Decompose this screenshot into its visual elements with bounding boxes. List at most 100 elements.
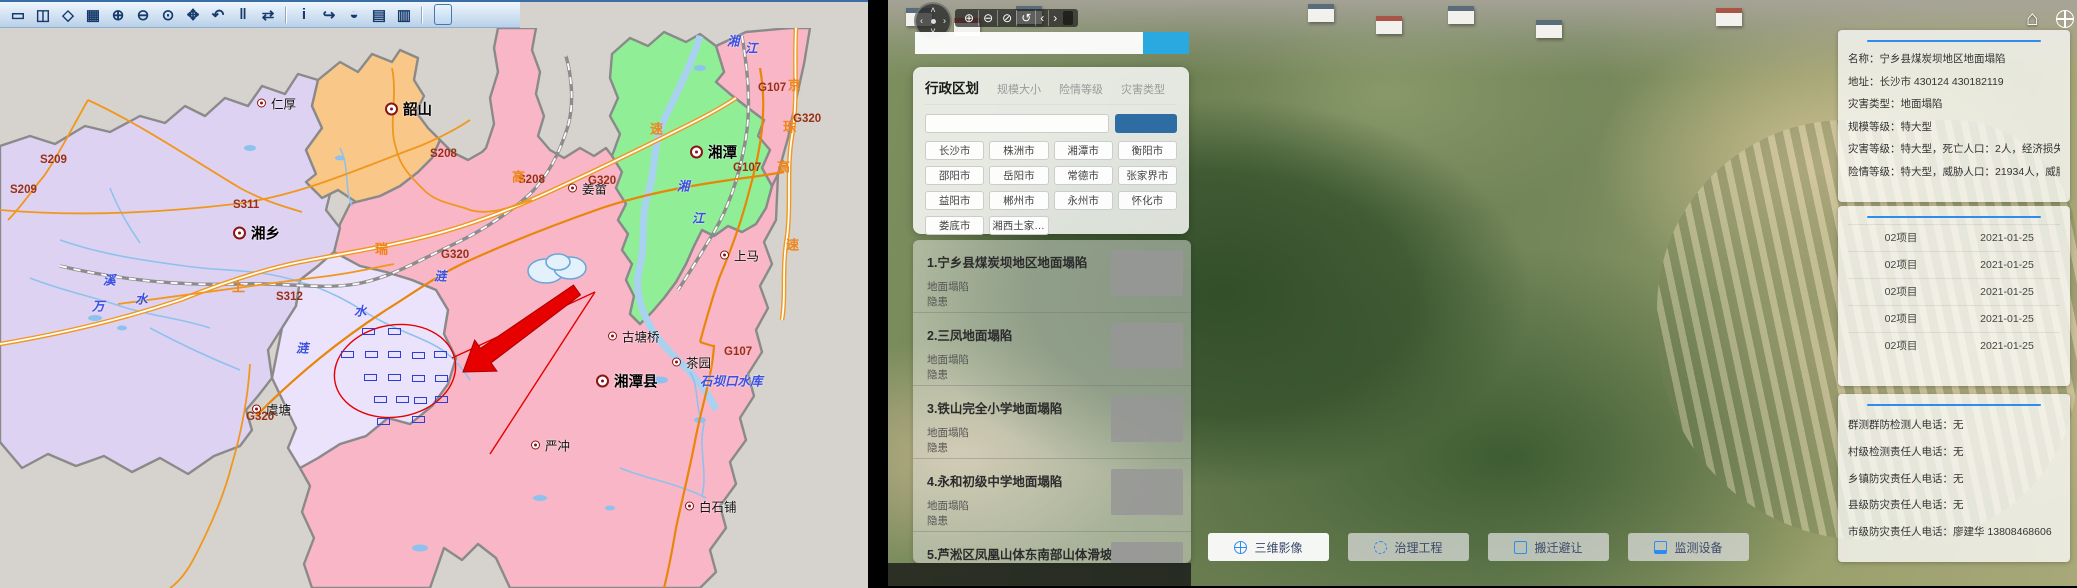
pan-up-icon[interactable]: ˄ xyxy=(930,6,935,15)
map-2d-window: ▭ ◫ ◇ ▦ ⊕ ⊖ ⊙ ✥ ↶ ‖ ⇄ i ↪ ◒ ▤ xyxy=(0,0,868,586)
next-view-button[interactable]: › xyxy=(1049,10,1061,26)
identify-button[interactable]: i xyxy=(292,4,316,26)
reset-view-button[interactable]: ↺ xyxy=(1017,10,1036,26)
action-button-label: 治理工程 xyxy=(1394,539,1442,556)
disaster-list-item[interactable]: 4.永和初级中学地面塌陷 地面塌陷 隐患 xyxy=(913,459,1191,532)
action-button[interactable]: 监测设备 xyxy=(1628,533,1749,561)
basic-info-panel: 名称：宁乡县煤炭坝地区地面塌陷 地址：长沙市 430124 430182119 … xyxy=(1838,30,2070,202)
city-button[interactable]: 衡阳市 xyxy=(1118,141,1177,160)
export-button[interactable]: ↪ xyxy=(317,4,341,26)
zoom-out-button[interactable]: ⊖ xyxy=(131,4,155,26)
measure-area-button[interactable]: ◫ xyxy=(31,4,55,26)
search-input[interactable] xyxy=(915,32,1143,54)
city-button[interactable]: 湘潭市 xyxy=(1054,141,1113,160)
globe-icon xyxy=(1234,541,1247,554)
city-button[interactable]: 岳阳市 xyxy=(989,166,1048,185)
city-button[interactable]: 郴州市 xyxy=(989,191,1048,210)
city-button[interactable]: 永州市 xyxy=(1054,191,1113,210)
disaster-thumbnail[interactable] xyxy=(1111,323,1183,369)
disaster-list-panel: 1.宁乡县煤炭坝地区地面塌陷 地面塌陷 隐患 2.三凤地面塌陷 地面塌陷 隐患 … xyxy=(913,240,1191,563)
view-toolbar-icon: ⊘ xyxy=(1002,11,1012,25)
disaster-list-item[interactable]: 2.三凤地面塌陷 地面塌陷 隐患 xyxy=(913,313,1191,386)
city-button[interactable]: 益阳市 xyxy=(925,191,984,210)
show-elevation-button[interactable] xyxy=(1063,11,1073,25)
disaster-thumbnail[interactable] xyxy=(1111,250,1183,296)
district-filter-panel: 行政区划 规模大小 险情等级 灾害类型 长沙市 株洲市 湘潭市 衡阳市 邵阳市 … xyxy=(913,67,1189,234)
disaster-list-item[interactable]: 1.宁乡县煤炭坝地区地面塌陷 地面塌陷 隐患 xyxy=(913,240,1191,313)
info-row: 规模等级：特大型 xyxy=(1848,116,2060,139)
map-2d-canvas[interactable] xyxy=(0,28,868,588)
page-setup-button[interactable]: ▤ xyxy=(367,4,391,26)
action-button[interactable]: 搬迁避让 xyxy=(1488,533,1609,561)
disaster-title: 4.永和初级中学地面塌陷 xyxy=(927,471,1112,490)
table-row[interactable]: 02项目 2021-01-25 xyxy=(1848,278,2060,305)
house-icon xyxy=(1716,8,1742,26)
zoom-in-button[interactable]: ⊕ xyxy=(960,10,979,26)
home-icon[interactable]: ⌂ xyxy=(2026,7,2039,31)
city-button[interactable]: 湘西土家族... xyxy=(989,216,1048,235)
disaster-list-item[interactable]: 3.铁山完全小学地面塌陷 地面塌陷 隐患 xyxy=(913,386,1191,459)
city-button[interactable]: 邵阳市 xyxy=(925,166,984,185)
action-button[interactable]: 三维影像 xyxy=(1208,533,1329,561)
province-button[interactable] xyxy=(925,114,1109,133)
house-icon xyxy=(1376,16,1402,34)
table-row[interactable]: 02项目 2021-01-25 xyxy=(1848,251,2060,278)
city-button[interactable]: 株洲市 xyxy=(989,141,1048,160)
toolbar-icon: ◫ xyxy=(36,6,50,24)
status-bar xyxy=(888,563,1191,586)
search-button[interactable] xyxy=(1143,32,1189,54)
toolbar-separator[interactable] xyxy=(285,6,287,24)
action-button-label: 监测设备 xyxy=(1674,539,1722,556)
back-button[interactable] xyxy=(1115,114,1177,133)
map-mode-button[interactable] xyxy=(434,4,452,25)
previous-view-button[interactable]: ‹ xyxy=(1036,10,1049,26)
measure-distance-button[interactable]: ▭ xyxy=(6,4,30,26)
disaster-thumbnail[interactable] xyxy=(1111,542,1183,563)
city-button[interactable]: 娄底市 xyxy=(925,216,984,235)
monitor-icon xyxy=(1654,541,1667,554)
globe-icon[interactable] xyxy=(2056,10,2074,28)
toolbar-icon: ✥ xyxy=(187,6,200,24)
toolbar-icon: ⇄ xyxy=(262,6,275,24)
toolbar-separator[interactable] xyxy=(421,6,423,24)
print-button[interactable]: ▥ xyxy=(392,4,416,26)
zoom-out-button[interactable]: ⊖ xyxy=(979,10,998,26)
table-row[interactable]: 02项目 2021-01-25 xyxy=(1848,224,2060,251)
zoom-extent-button[interactable]: ⊘ xyxy=(998,10,1017,26)
filter-tab[interactable]: 行政区划 xyxy=(925,77,979,97)
full-extent-button[interactable]: ⊙ xyxy=(156,4,180,26)
pan-button[interactable]: ✥ xyxy=(181,4,205,26)
info-row: 险情等级：特大型，威胁人口：21934人，威胁财产... xyxy=(1848,161,2060,184)
filter-tab[interactable]: 灾害类型 xyxy=(1121,81,1165,97)
toolbar-icon: ⊕ xyxy=(112,6,125,24)
swap-view-button[interactable]: ⇄ xyxy=(256,4,280,26)
info-row: 灾害等级：特大型，死亡人口：2人，经济损失：250... xyxy=(1848,138,2060,161)
toolbar-icon: i xyxy=(302,6,306,23)
zoom-in-button[interactable]: ⊕ xyxy=(106,4,130,26)
previous-extent-button[interactable]: ↶ xyxy=(206,4,230,26)
city-button[interactable]: 长沙市 xyxy=(925,141,984,160)
city-button[interactable]: 张家界市 xyxy=(1118,166,1177,185)
disaster-list-item[interactable]: 5.芦淞区凤凰山体东南部山体滑坡 地面塌陷 隐患 xyxy=(913,532,1191,563)
table-row[interactable]: 02项目 2021-01-25 xyxy=(1848,332,2060,359)
table-row[interactable]: 02项目 2021-01-25 xyxy=(1848,305,2060,332)
filter-tab[interactable]: 险情等级 xyxy=(1059,81,1103,97)
toolbar-icon: ◇ xyxy=(62,6,74,24)
action-button-label: 搬迁避让 xyxy=(1534,539,1582,556)
disaster-thumbnail[interactable] xyxy=(1111,396,1183,442)
city-button[interactable]: 常德市 xyxy=(1054,166,1113,185)
filter-tab[interactable]: 规模大小 xyxy=(997,81,1041,97)
pan-right-icon[interactable]: › xyxy=(943,17,946,26)
grid-button[interactable]: ▦ xyxy=(81,4,105,26)
disaster-thumbnail[interactable] xyxy=(1111,469,1183,515)
toolbar-icon: ↶ xyxy=(212,6,225,24)
download-button[interactable]: ◒ xyxy=(342,4,366,26)
action-button[interactable]: 治理工程 xyxy=(1348,533,1469,561)
pause-button[interactable]: ‖ xyxy=(231,4,255,26)
title-underline xyxy=(1867,40,2041,42)
pan-left-icon[interactable]: ‹ xyxy=(920,17,923,26)
view-toolbar-icon: ⊕ xyxy=(964,11,974,25)
city-button[interactable]: 怀化市 xyxy=(1118,191,1177,210)
measure-polygon-button[interactable]: ◇ xyxy=(56,4,80,26)
window-divider xyxy=(868,0,888,586)
